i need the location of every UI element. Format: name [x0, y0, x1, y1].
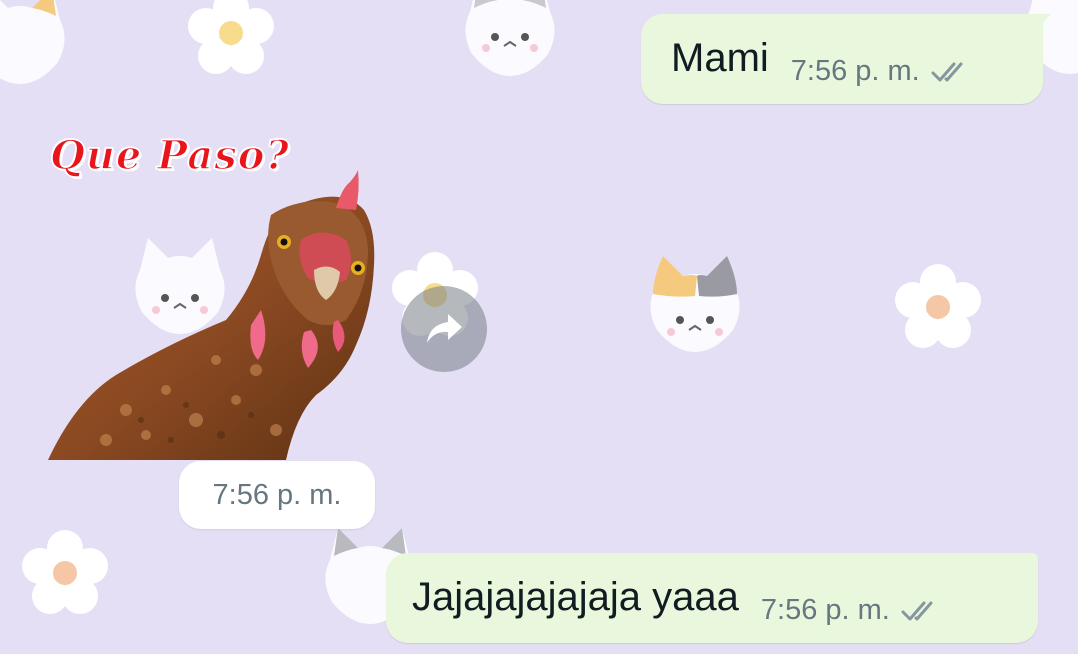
cat-wallpaper-icon [650, 256, 740, 352]
message-time: 7:56 p. m. [760, 594, 890, 626]
bubble-tail [1035, 14, 1051, 32]
message-meta: 7:56 p. m. [791, 55, 974, 88]
double-check-icon [931, 62, 963, 81]
forward-arrow-icon [427, 314, 462, 343]
cat-wallpaper-icon [465, 0, 555, 76]
sticker-time-badge: 7:56 p. m. [179, 461, 375, 529]
outgoing-message-bubble[interactable]: Jajajajajajaja yaaa 7:56 p. m. [386, 553, 1038, 643]
message-text: Jajajajajajaja yaaa [412, 575, 739, 619]
cat-wallpaper-icon [0, 0, 65, 84]
message-text: Mami [671, 36, 769, 80]
message-time: 7:56 p. m. [790, 55, 920, 87]
outgoing-message-bubble[interactable]: Mami 7:56 p. m. [641, 14, 1043, 104]
chicken-sticker [48, 170, 375, 460]
double-check-icon [901, 601, 933, 620]
flower-wallpaper-icon [22, 530, 108, 614]
flower-wallpaper-icon [188, 0, 274, 74]
sticker-message[interactable]: Que Paso? [46, 130, 386, 462]
forward-button[interactable] [401, 286, 487, 372]
flower-wallpaper-icon [895, 264, 981, 348]
message-meta: 7:56 p. m. [761, 594, 944, 627]
